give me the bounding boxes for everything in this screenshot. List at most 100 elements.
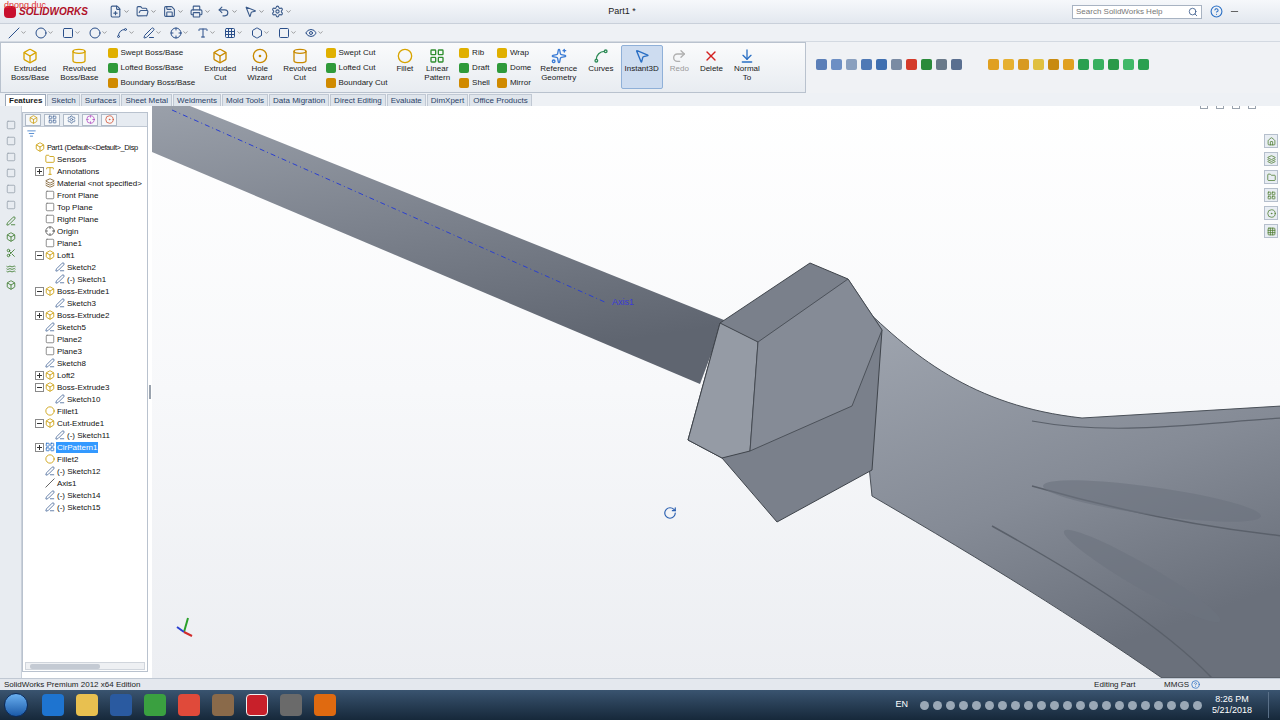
tree-item[interactable]: Sketch8 — [23, 357, 147, 369]
tray-icon[interactable] — [1089, 701, 1098, 710]
tree-item[interactable]: Front Plane — [23, 189, 147, 201]
command-tab[interactable]: Surfaces — [81, 94, 121, 106]
view-tool-icon[interactable] — [936, 59, 947, 70]
side-tool-icon[interactable] — [6, 232, 16, 242]
command-button-small[interactable]: Boundary Cut — [324, 76, 390, 90]
command-button[interactable]: ReferenceGeometry — [536, 45, 581, 89]
tray-icon[interactable] — [933, 701, 942, 710]
collapse-icon[interactable] — [35, 419, 44, 428]
command-button[interactable]: Instant3D — [621, 45, 663, 89]
view-tool-icon[interactable] — [1123, 59, 1134, 70]
side-tool-icon[interactable] — [6, 136, 16, 146]
collapse-icon[interactable] — [35, 251, 44, 260]
command-tab[interactable]: Features — [5, 94, 46, 106]
view-tool-icon[interactable] — [876, 59, 887, 70]
expand-icon[interactable] — [35, 311, 44, 320]
tree-item[interactable]: (-) Sketch14 — [23, 489, 147, 501]
taskbar-app-icon[interactable] — [178, 694, 200, 716]
tree-item[interactable]: Boss-Extrude2 — [23, 309, 147, 321]
language-indicator[interactable]: EN — [895, 698, 908, 712]
view-tool-icon[interactable] — [831, 59, 842, 70]
tree-item[interactable]: Loft2 — [23, 369, 147, 381]
collapse-icon[interactable] — [35, 287, 44, 296]
tree-item[interactable]: Fillet2 — [23, 453, 147, 465]
command-button-small[interactable]: Lofted Boss/Base — [106, 61, 198, 75]
tray-icon[interactable] — [1193, 701, 1202, 710]
command-button[interactable]: RevolvedCut — [279, 45, 320, 89]
command-tab[interactable]: Evaluate — [387, 94, 426, 106]
tray-icon[interactable] — [1128, 701, 1137, 710]
tree-item[interactable]: Annotations — [23, 165, 147, 177]
search-box[interactable]: Search SolidWorks Help — [1072, 5, 1202, 19]
tree-item[interactable]: Plane1 — [23, 237, 147, 249]
sketch-tool[interactable] — [116, 27, 135, 39]
help-icon[interactable] — [1210, 5, 1223, 18]
panel-tab[interactable] — [25, 114, 41, 126]
taskbar-app-icon[interactable] — [212, 694, 234, 716]
tree-item[interactable]: Sketch2 — [23, 261, 147, 273]
panel-tab[interactable] — [82, 114, 98, 126]
tray-icon[interactable] — [1167, 701, 1176, 710]
sketch-tool[interactable] — [35, 27, 54, 39]
view-tool-icon[interactable] — [816, 59, 827, 70]
task-pane-tab[interactable] — [1264, 152, 1278, 166]
view-tool-icon[interactable] — [1108, 59, 1119, 70]
axis-label[interactable]: Axis1 — [612, 296, 634, 310]
tree-item[interactable]: Right Plane — [23, 213, 147, 225]
tree-item[interactable]: Part1 (Default<<Default>_Disp — [23, 141, 147, 153]
window-control-icon[interactable] — [1232, 106, 1240, 109]
side-tool-icon[interactable] — [6, 200, 16, 210]
units[interactable]: MMGS — [1164, 680, 1189, 690]
command-button-small[interactable]: Swept Cut — [324, 46, 390, 60]
quick-access-button[interactable] — [136, 5, 157, 18]
view-tool-icon[interactable] — [1078, 59, 1089, 70]
command-button-small[interactable]: Rib — [457, 46, 492, 60]
taskbar-app-icon[interactable] — [144, 694, 166, 716]
view-tool-icon[interactable] — [846, 59, 857, 70]
command-button[interactable]: ExtrudedCut — [200, 45, 240, 89]
tree-item[interactable]: Top Plane — [23, 201, 147, 213]
sketch-tool[interactable] — [251, 27, 270, 39]
view-tool-icon[interactable] — [891, 59, 902, 70]
tree-item[interactable]: Plane3 — [23, 345, 147, 357]
view-tool-icon[interactable] — [1033, 59, 1044, 70]
tree-item[interactable]: Boss-Extrude1 — [23, 285, 147, 297]
command-tab[interactable]: Sheet Metal — [121, 94, 172, 106]
tree-item[interactable]: Boss-Extrude3 — [23, 381, 147, 393]
panel-tab[interactable] — [101, 114, 117, 126]
command-tab[interactable]: Weldments — [173, 94, 221, 106]
tree-item[interactable]: Sketch3 — [23, 297, 147, 309]
tray-icon[interactable] — [972, 701, 981, 710]
tree-item[interactable]: Sensors — [23, 153, 147, 165]
command-tab[interactable]: Sketch — [47, 94, 79, 106]
tray-icon[interactable] — [1180, 701, 1189, 710]
side-tool-icon[interactable] — [6, 280, 16, 290]
tray-icon[interactable] — [985, 701, 994, 710]
command-button[interactable]: Curves — [584, 45, 617, 89]
sketch-tool[interactable] — [278, 27, 297, 39]
quick-access-button[interactable] — [109, 5, 130, 18]
tray-icon[interactable] — [959, 701, 968, 710]
quick-access-button[interactable] — [190, 5, 211, 18]
command-button-small[interactable]: Lofted Cut — [324, 61, 390, 75]
sketch-tool[interactable] — [62, 27, 81, 39]
window-control-icon[interactable] — [1216, 106, 1224, 109]
view-tool-icon[interactable] — [1018, 59, 1029, 70]
tray-icon[interactable] — [1141, 701, 1150, 710]
command-button[interactable]: LinearPattern — [420, 45, 454, 89]
panel-tab[interactable] — [63, 114, 79, 126]
task-pane-tab[interactable] — [1264, 224, 1278, 238]
side-tool-icon[interactable] — [6, 248, 16, 258]
task-pane-tab[interactable] — [1264, 188, 1278, 202]
tree-item[interactable]: Sketch10 — [23, 393, 147, 405]
taskbar-app-icon[interactable] — [76, 694, 98, 716]
command-button[interactable]: ExtrudedBoss/Base — [7, 45, 53, 89]
task-pane-tab[interactable] — [1264, 206, 1278, 220]
command-tab[interactable]: Direct Editing — [330, 94, 386, 106]
command-tab[interactable]: Office Products — [469, 94, 532, 106]
command-button-small[interactable]: Boundary Boss/Base — [106, 76, 198, 90]
taskbar-app-icon[interactable] — [42, 694, 64, 716]
expand-icon[interactable] — [35, 443, 44, 452]
start-button[interactable] — [4, 693, 28, 717]
sketch-tool[interactable] — [143, 27, 162, 39]
